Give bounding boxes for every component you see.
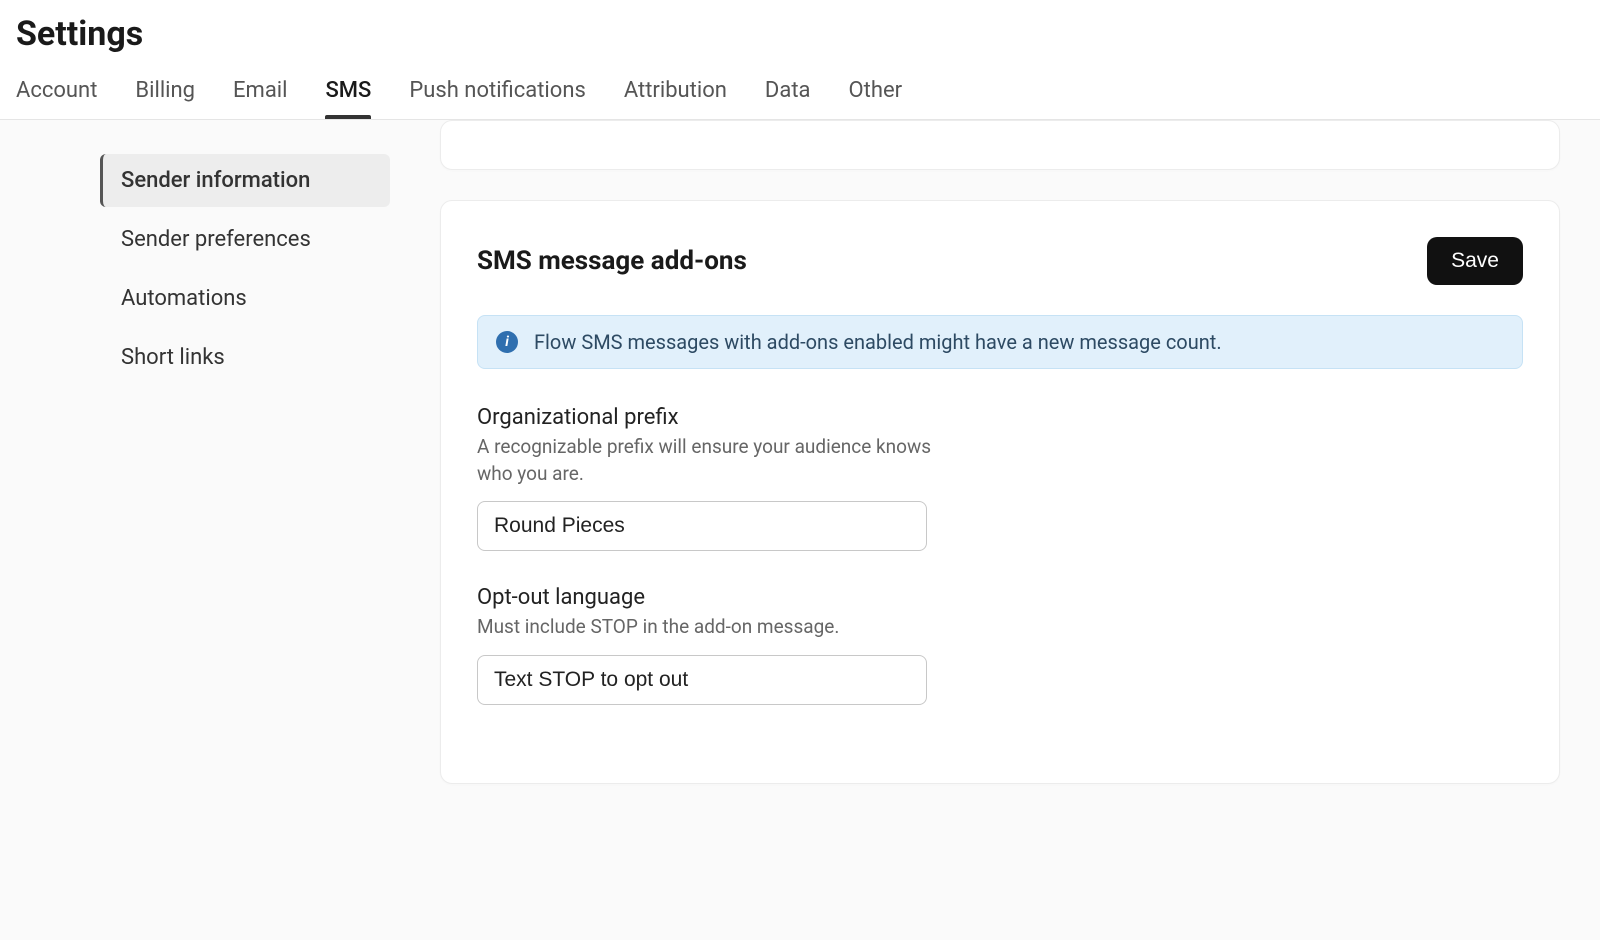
opt-out-input[interactable] xyxy=(477,655,927,705)
sms-addons-card: SMS message add-ons Save i Flow SMS mess… xyxy=(440,200,1560,784)
tab-push-notifications[interactable]: Push notifications xyxy=(409,64,585,119)
sidebar-item-sender-information[interactable]: Sender information xyxy=(100,154,390,207)
tab-bar: Account Billing Email SMS Push notificat… xyxy=(0,64,1600,120)
org-prefix-input[interactable] xyxy=(477,501,927,551)
page-title: Settings xyxy=(0,0,1600,64)
tab-attribution[interactable]: Attribution xyxy=(624,64,727,119)
previous-card-stub xyxy=(440,120,1560,170)
card-header: SMS message add-ons Save xyxy=(477,237,1523,285)
tab-other[interactable]: Other xyxy=(849,64,903,119)
org-prefix-desc: A recognizable prefix will ensure your a… xyxy=(477,434,957,487)
opt-out-field: Opt-out language Must include STOP in th… xyxy=(477,585,957,705)
opt-out-desc: Must include STOP in the add-on message. xyxy=(477,614,957,641)
tab-sms[interactable]: SMS xyxy=(325,64,371,119)
sidebar: Sender information Sender preferences Au… xyxy=(0,120,420,940)
info-banner: i Flow SMS messages with add-ons enabled… xyxy=(477,315,1523,369)
info-banner-text: Flow SMS messages with add-ons enabled m… xyxy=(534,330,1222,354)
save-button[interactable]: Save xyxy=(1427,237,1523,285)
sidebar-item-sender-preferences[interactable]: Sender preferences xyxy=(100,213,390,266)
org-prefix-label: Organizational prefix xyxy=(477,405,957,430)
card-title: SMS message add-ons xyxy=(477,246,747,276)
tab-billing[interactable]: Billing xyxy=(135,64,195,119)
tab-email[interactable]: Email xyxy=(233,64,287,119)
sidebar-item-automations[interactable]: Automations xyxy=(100,272,390,325)
sidebar-item-short-links[interactable]: Short links xyxy=(100,331,390,384)
opt-out-label: Opt-out language xyxy=(477,585,957,610)
tab-account[interactable]: Account xyxy=(16,64,97,119)
org-prefix-field: Organizational prefix A recognizable pre… xyxy=(477,405,957,551)
main-panel: SMS message add-ons Save i Flow SMS mess… xyxy=(420,120,1600,940)
info-icon: i xyxy=(496,331,518,353)
content-area: Sender information Sender preferences Au… xyxy=(0,120,1600,940)
tab-data[interactable]: Data xyxy=(765,64,811,119)
